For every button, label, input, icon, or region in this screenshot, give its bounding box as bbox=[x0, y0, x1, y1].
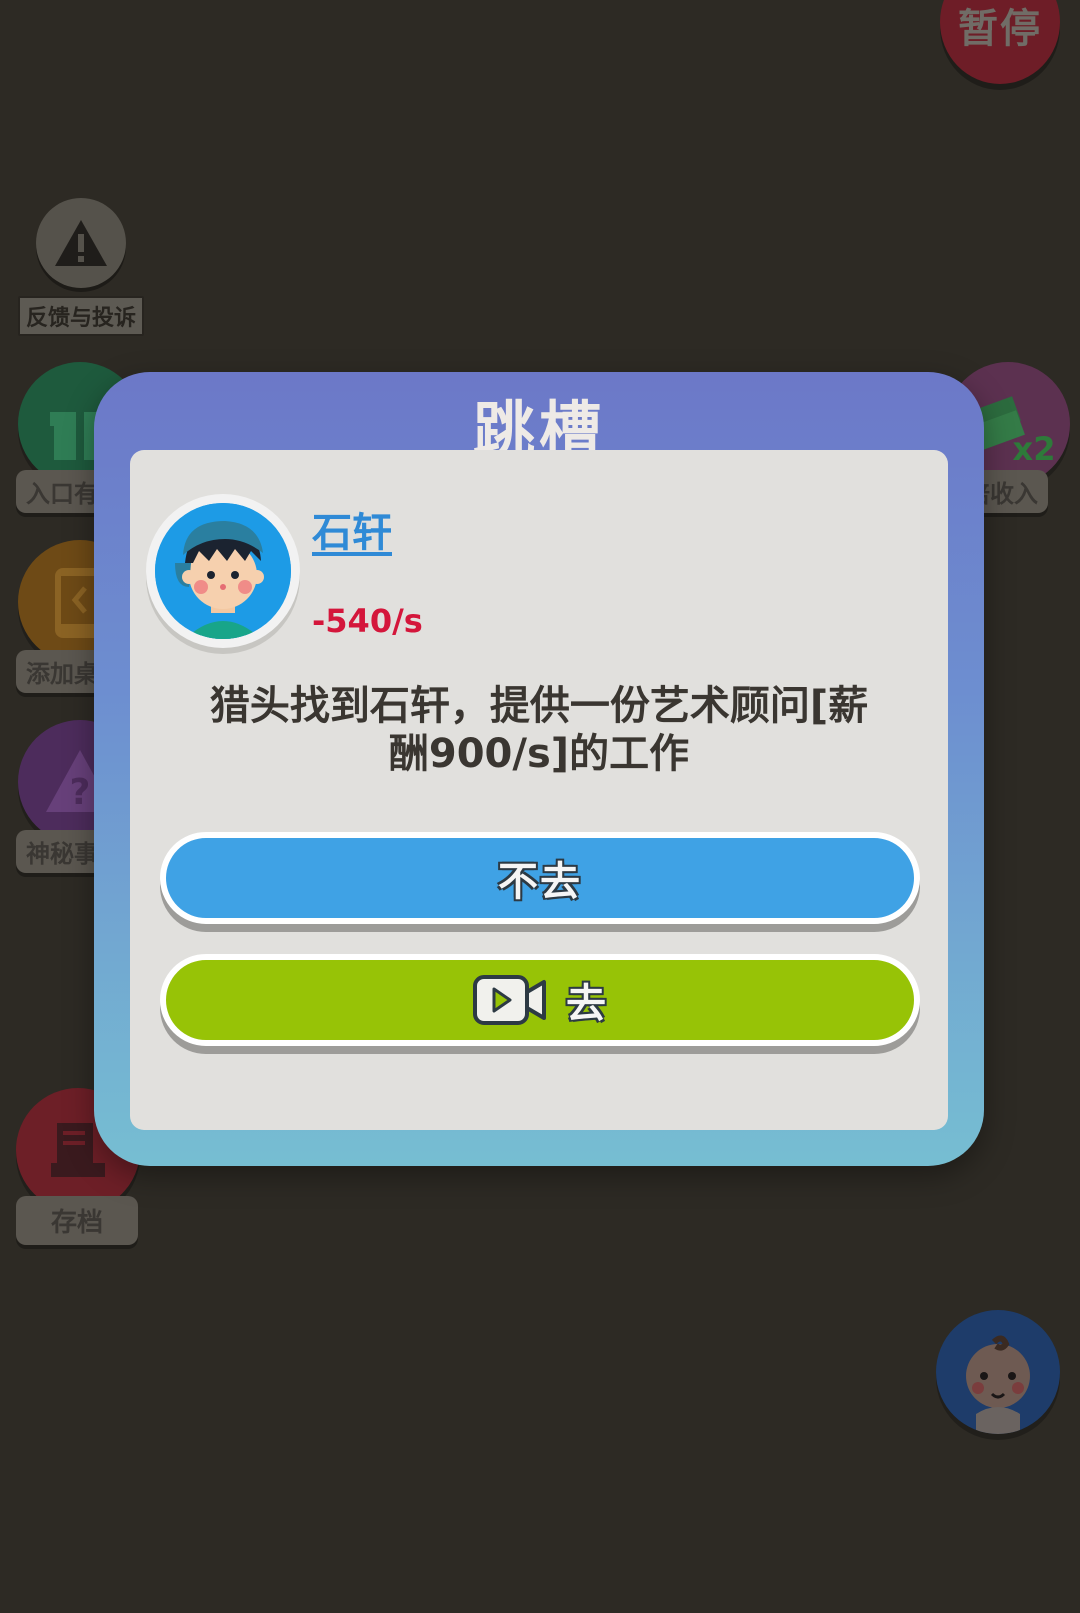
baby-avatar-button[interactable] bbox=[936, 1310, 1060, 1434]
feedback-button[interactable] bbox=[36, 198, 126, 288]
event-line-2: 酬900/s]的工作 bbox=[388, 731, 690, 777]
baby-avatar-icon bbox=[966, 1335, 1030, 1434]
feedback-label[interactable]: 反馈与投诉 bbox=[18, 296, 145, 336]
event-description: 猎头找到石轩，提供一份艺术顾问[薪 酬900/s]的工作 bbox=[170, 682, 908, 778]
dialog-panel: 石轩 -540/s 猎头找到石轩，提供一份艺术顾问[薪 酬900/s]的工作 不… bbox=[130, 450, 948, 1130]
double-badge: x2 bbox=[1013, 430, 1056, 468]
character-avatar[interactable] bbox=[146, 494, 300, 648]
boy-avatar-icon bbox=[155, 503, 291, 639]
character-name[interactable]: 石轩 bbox=[312, 500, 392, 558]
job-change-dialog: 跳槽 石轩 -540/s 猎头找到石轩，提供一份艺术顾问[薪 酬900/s]的工… bbox=[94, 372, 984, 1166]
pause-label: 暂停 bbox=[958, 6, 1042, 52]
warning-icon bbox=[55, 220, 107, 266]
accept-button[interactable]: 去 bbox=[160, 954, 920, 1046]
event-line-1: 猎头找到石轩，提供一份艺术顾问[薪 bbox=[209, 683, 869, 729]
decline-label: 不去 bbox=[498, 859, 582, 905]
accept-label: 去 bbox=[566, 981, 608, 1027]
video-ad-icon bbox=[472, 972, 548, 1028]
decline-button[interactable]: 不去 bbox=[160, 832, 920, 924]
current-salary: -540/s bbox=[312, 602, 423, 640]
svg-text:?: ? bbox=[70, 772, 91, 813]
save-label[interactable]: 存档 bbox=[16, 1196, 138, 1245]
